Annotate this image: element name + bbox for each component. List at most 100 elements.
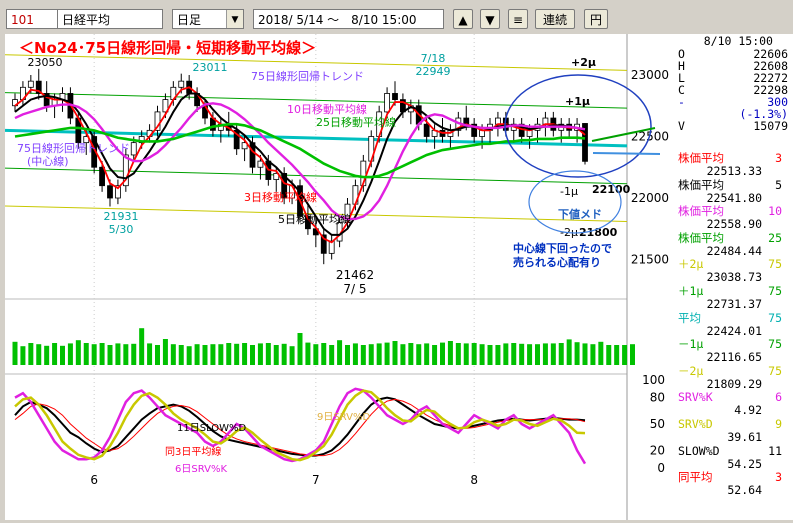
volume-bar <box>83 343 89 365</box>
ma3-label: 3日移動平均線 <box>244 190 317 204</box>
indicator-value-row: 22116.65 <box>678 351 788 364</box>
indicator-value: 22424.01 <box>706 323 762 338</box>
volume-bar <box>495 345 501 365</box>
indicator-value: 54.25 <box>727 456 762 471</box>
date-tick: 6 <box>90 473 98 487</box>
low-date-1: 5/30 <box>109 223 134 236</box>
volume-bar <box>574 342 580 365</box>
volume-bar <box>139 328 145 365</box>
indicator-period: 75 <box>768 310 782 325</box>
indicator-name: 同平均 <box>678 470 713 485</box>
volume-bar <box>107 345 113 365</box>
indicator-value: 21809.29 <box>706 376 762 391</box>
indicator-name: SRV%D <box>678 417 713 431</box>
stock-code-field[interactable]: 101 <box>6 9 58 29</box>
indicator-value: 22731.37 <box>706 297 762 311</box>
srvd-label: 9日SRV%D <box>317 412 370 423</box>
continuous-button[interactable]: 連続 <box>535 9 575 29</box>
osc-tick: 100 <box>642 373 665 387</box>
volume-bar <box>131 343 137 365</box>
center-label-2: (中心線) <box>27 154 69 168</box>
indicator-period: 11 <box>768 443 782 458</box>
volume-bar <box>250 345 255 365</box>
volume-bar <box>194 344 200 365</box>
slow-label: 11日SLOW%D <box>177 423 247 434</box>
volume-bar <box>471 343 477 365</box>
scroll-down-button[interactable]: ▼ <box>480 9 500 29</box>
volume-bar <box>503 343 509 365</box>
indicator-value-row: 21809.29 <box>678 376 788 391</box>
price-tick: 21500 <box>631 253 669 267</box>
osc-line-3 <box>14 389 586 462</box>
volume-bar <box>440 342 445 365</box>
regression-label: 75日線形回帰トレンド <box>251 69 364 83</box>
volume-bar <box>273 345 279 365</box>
date-range-field[interactable]: 2018/ 5/14 ～ 8/10 15:00 <box>253 9 444 29</box>
candle-body <box>130 142 137 156</box>
indicator-period: 9 <box>775 417 782 431</box>
indicator-value: 52.64 <box>727 483 762 498</box>
support-ellipse <box>528 170 622 234</box>
ma5-label: 5日移動平均線 <box>278 212 351 226</box>
volume-bar <box>392 341 398 365</box>
stock-name-field[interactable]: 日経平均 <box>57 9 163 29</box>
indicator-name-row: －2μ 75 <box>678 363 788 378</box>
indicator-name: 株価平均 <box>678 177 724 192</box>
volume-bar <box>352 343 358 365</box>
sigma-minus1-label: -1μ <box>560 185 578 198</box>
candle-body <box>178 80 185 88</box>
volume-bar <box>281 343 287 365</box>
period-value: 日足 <box>177 13 202 27</box>
indicator-name-row: 平均 75 <box>678 310 788 325</box>
note-line-1: 中心線下回ったので <box>513 241 612 255</box>
volume-bar <box>416 344 422 365</box>
volume-bar <box>376 343 382 365</box>
period-select[interactable]: 日足 ▼ <box>172 9 244 29</box>
date-tick: 8 <box>470 473 478 487</box>
indicator-value-row: 22513.33 <box>678 165 788 178</box>
volume-bar <box>566 339 572 365</box>
indicator-value-row: 54.25 <box>678 456 788 471</box>
price-tick: 22000 <box>631 191 669 205</box>
indicator-period: 75 <box>768 337 782 352</box>
low-label-1: 21931 <box>104 210 139 223</box>
high-label-2: 23011 <box>193 61 228 74</box>
volume-bar <box>210 344 216 365</box>
volume-bar <box>408 343 414 365</box>
srvk-label: 6日SRV%K <box>175 464 227 475</box>
volume-bar <box>257 343 263 365</box>
volume-bar <box>155 345 160 365</box>
date-tick: 7 <box>312 473 320 487</box>
indicator-value: 4.92 <box>734 403 762 418</box>
indicator-value: 22558.90 <box>706 217 762 232</box>
volume-bar <box>455 343 461 365</box>
indicator-value: 23038.73 <box>706 270 762 285</box>
low-date-2: 7/ 5 <box>343 282 366 296</box>
indicator-name: －2μ <box>678 363 704 378</box>
volume-bar <box>28 343 34 365</box>
chart-area[interactable]: 23000 22500 22000 21500 100 80 50 20 0 6 7 8 23050 2… <box>5 34 675 520</box>
volume-bar <box>289 346 295 365</box>
indicator-value: 22484.44 <box>706 243 762 258</box>
indicator-value: 22541.80 <box>706 190 762 205</box>
volume-bar <box>52 343 58 365</box>
chevron-down-icon[interactable]: ▼ <box>226 10 243 28</box>
menu-button[interactable]: ≡ <box>508 9 528 29</box>
volume-bar <box>527 344 533 365</box>
volume-bar <box>242 343 248 365</box>
scroll-up-button[interactable]: ▲ <box>453 9 473 29</box>
volume-bar <box>147 343 153 365</box>
yen-button[interactable]: 円 <box>584 9 608 29</box>
candle-body <box>384 93 390 113</box>
indicator-name-row: 株価平均 5 <box>678 177 788 192</box>
ma25-label: 25日移動平均線 <box>316 115 396 129</box>
candle-body <box>479 129 485 137</box>
ohlc-key: V <box>678 119 685 133</box>
volume-bar <box>463 343 469 365</box>
volume-bar <box>582 343 588 365</box>
volume-bar <box>368 344 374 365</box>
volume-bar <box>622 345 628 365</box>
volume-bar <box>67 343 73 365</box>
ohlc-key: - <box>678 95 685 109</box>
center-label-1: 75日線形回帰トレンド <box>17 141 130 155</box>
